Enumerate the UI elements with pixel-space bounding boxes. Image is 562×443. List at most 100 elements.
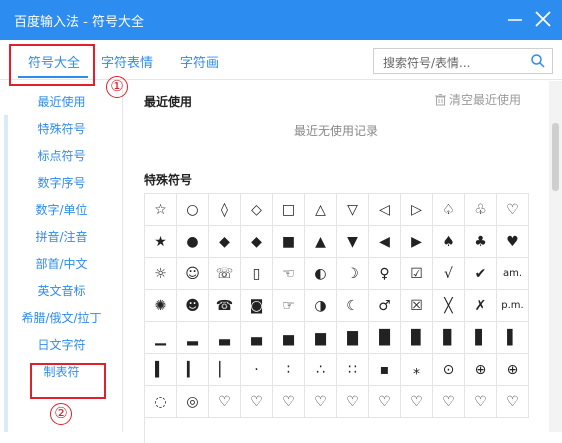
- symbol-cell[interactable]: ◆: [241, 226, 273, 258]
- symbol-cell[interactable]: ♣: [465, 226, 497, 258]
- symbol-cell[interactable]: ♡: [401, 386, 433, 418]
- symbol-cell[interactable]: ■: [273, 226, 305, 258]
- symbol-cell[interactable]: ♡: [369, 386, 401, 418]
- symbol-cell[interactable]: ▎: [177, 354, 209, 386]
- symbol-cell[interactable]: ⊕: [465, 354, 497, 386]
- tab-symbols[interactable]: 符号大全: [28, 52, 80, 71]
- symbol-cell[interactable]: ▄: [241, 322, 273, 354]
- symbol-cell[interactable]: ⁎: [401, 354, 433, 386]
- search-input[interactable]: 搜索符号/表情...: [373, 48, 553, 74]
- symbol-cell[interactable]: ☻: [177, 290, 209, 322]
- symbol-cell[interactable]: ☾: [337, 290, 369, 322]
- symbol-cell[interactable]: ▋: [465, 322, 497, 354]
- symbol-cell[interactable]: ☎: [209, 290, 241, 322]
- symbol-cell[interactable]: ♂: [369, 290, 401, 322]
- symbol-cell[interactable]: ◌: [145, 386, 177, 418]
- sidebar-item-recent[interactable]: 最近使用: [0, 93, 123, 110]
- close-icon[interactable]: [530, 6, 556, 32]
- symbol-cell[interactable]: ♡: [337, 386, 369, 418]
- symbol-cell[interactable]: ☜: [273, 258, 305, 290]
- sidebar-item-punctuation[interactable]: 标点符号: [0, 147, 123, 164]
- sidebar-item-radicals[interactable]: 部首/中文: [0, 255, 123, 272]
- symbol-cell[interactable]: ⊕: [497, 354, 529, 386]
- clear-recent-button[interactable]: 清空最近使用: [434, 91, 521, 108]
- sidebar-item-units[interactable]: 数字/单位: [0, 201, 123, 218]
- sidebar-item-phonetics[interactable]: 英文音标: [0, 282, 123, 299]
- symbol-cell[interactable]: ·: [241, 354, 273, 386]
- sidebar-item-numbering[interactable]: 数字序号: [0, 174, 123, 191]
- symbol-cell[interactable]: ★: [145, 226, 177, 258]
- scrollbar-thumb[interactable]: [552, 123, 559, 191]
- symbol-cell[interactable]: ♧: [465, 194, 497, 226]
- symbol-cell[interactable]: ◑: [305, 290, 337, 322]
- symbol-cell[interactable]: ◀: [369, 226, 401, 258]
- symbol-cell[interactable]: △: [305, 194, 337, 226]
- symbol-cell[interactable]: ☞: [273, 290, 305, 322]
- symbol-cell[interactable]: ♡: [209, 386, 241, 418]
- symbol-cell[interactable]: ♡: [433, 386, 465, 418]
- symbol-cell[interactable]: ▆: [305, 322, 337, 354]
- symbol-cell[interactable]: ♡: [465, 386, 497, 418]
- symbol-cell[interactable]: √: [433, 258, 465, 290]
- symbol-cell[interactable]: ☼: [145, 258, 177, 290]
- symbol-cell[interactable]: ▃: [209, 322, 241, 354]
- symbol-cell[interactable]: ☽: [337, 258, 369, 290]
- sidebar-item-greek[interactable]: 希腊/俄文/拉丁: [0, 309, 123, 326]
- symbol-cell[interactable]: ▼: [337, 226, 369, 258]
- symbol-cell[interactable]: ▽: [337, 194, 369, 226]
- symbol-cell[interactable]: ▶: [401, 226, 433, 258]
- symbol-cell[interactable]: ∶: [273, 354, 305, 386]
- sidebar-item-pinyin[interactable]: 拼音/注音: [0, 228, 123, 245]
- symbol-cell[interactable]: ☑: [401, 258, 433, 290]
- symbol-cell[interactable]: ✗: [465, 290, 497, 322]
- tab-ascii-art[interactable]: 字符画: [180, 52, 219, 71]
- symbol-cell[interactable]: ☏: [209, 258, 241, 290]
- symbol-cell[interactable]: ♡: [497, 194, 529, 226]
- symbol-cell[interactable]: ▌: [497, 322, 529, 354]
- symbol-cell[interactable]: ◙: [241, 290, 273, 322]
- symbol-cell[interactable]: ∷: [337, 354, 369, 386]
- symbol-cell[interactable]: ○: [177, 194, 209, 226]
- symbol-cell[interactable]: am.: [497, 258, 529, 290]
- scrollbar[interactable]: [549, 81, 562, 432]
- symbol-cell[interactable]: ♀: [369, 258, 401, 290]
- symbol-cell[interactable]: ◐: [305, 258, 337, 290]
- symbol-cell[interactable]: ♡: [241, 386, 273, 418]
- symbol-cell[interactable]: ♡: [497, 386, 529, 418]
- symbol-cell[interactable]: ●: [177, 226, 209, 258]
- symbol-cell[interactable]: ▪: [369, 354, 401, 386]
- symbol-cell[interactable]: ♠: [433, 226, 465, 258]
- symbol-cell[interactable]: ▷: [401, 194, 433, 226]
- symbol-cell[interactable]: ▍: [145, 354, 177, 386]
- search-icon[interactable]: [530, 53, 546, 69]
- symbol-cell[interactable]: ♡: [305, 386, 337, 418]
- symbol-cell[interactable]: ✺: [145, 290, 177, 322]
- symbol-cell[interactable]: ⊙: [433, 354, 465, 386]
- symbol-cell[interactable]: ♤: [433, 194, 465, 226]
- symbol-cell[interactable]: ☺: [177, 258, 209, 290]
- minimize-icon[interactable]: [502, 6, 528, 32]
- symbol-cell[interactable]: ▏: [209, 354, 241, 386]
- symbol-cell[interactable]: ▅: [273, 322, 305, 354]
- sidebar-item-japanese[interactable]: 日文字符: [0, 336, 123, 353]
- symbol-cell[interactable]: ∴: [305, 354, 337, 386]
- sidebar-item-special[interactable]: 特殊符号: [0, 120, 123, 137]
- symbol-cell[interactable]: □: [273, 194, 305, 226]
- symbol-cell[interactable]: ♥: [497, 226, 529, 258]
- symbol-cell[interactable]: ▯: [241, 258, 273, 290]
- sidebar-item-box-drawing[interactable]: 制表符: [0, 363, 123, 380]
- symbol-cell[interactable]: ✔: [465, 258, 497, 290]
- symbol-cell[interactable]: ▇: [337, 322, 369, 354]
- symbol-cell[interactable]: ☆: [145, 194, 177, 226]
- symbol-cell[interactable]: ◎: [177, 386, 209, 418]
- symbol-cell[interactable]: ☒: [401, 290, 433, 322]
- symbol-cell[interactable]: ♡: [273, 386, 305, 418]
- symbol-cell[interactable]: ▁: [145, 322, 177, 354]
- symbol-cell[interactable]: ▉: [401, 322, 433, 354]
- tab-emoticons[interactable]: 字符表情: [101, 52, 153, 71]
- symbol-cell[interactable]: █: [369, 322, 401, 354]
- symbol-cell[interactable]: p.m.: [497, 290, 529, 322]
- symbol-cell[interactable]: ▊: [433, 322, 465, 354]
- symbol-cell[interactable]: ▲: [305, 226, 337, 258]
- symbol-cell[interactable]: ◆: [209, 226, 241, 258]
